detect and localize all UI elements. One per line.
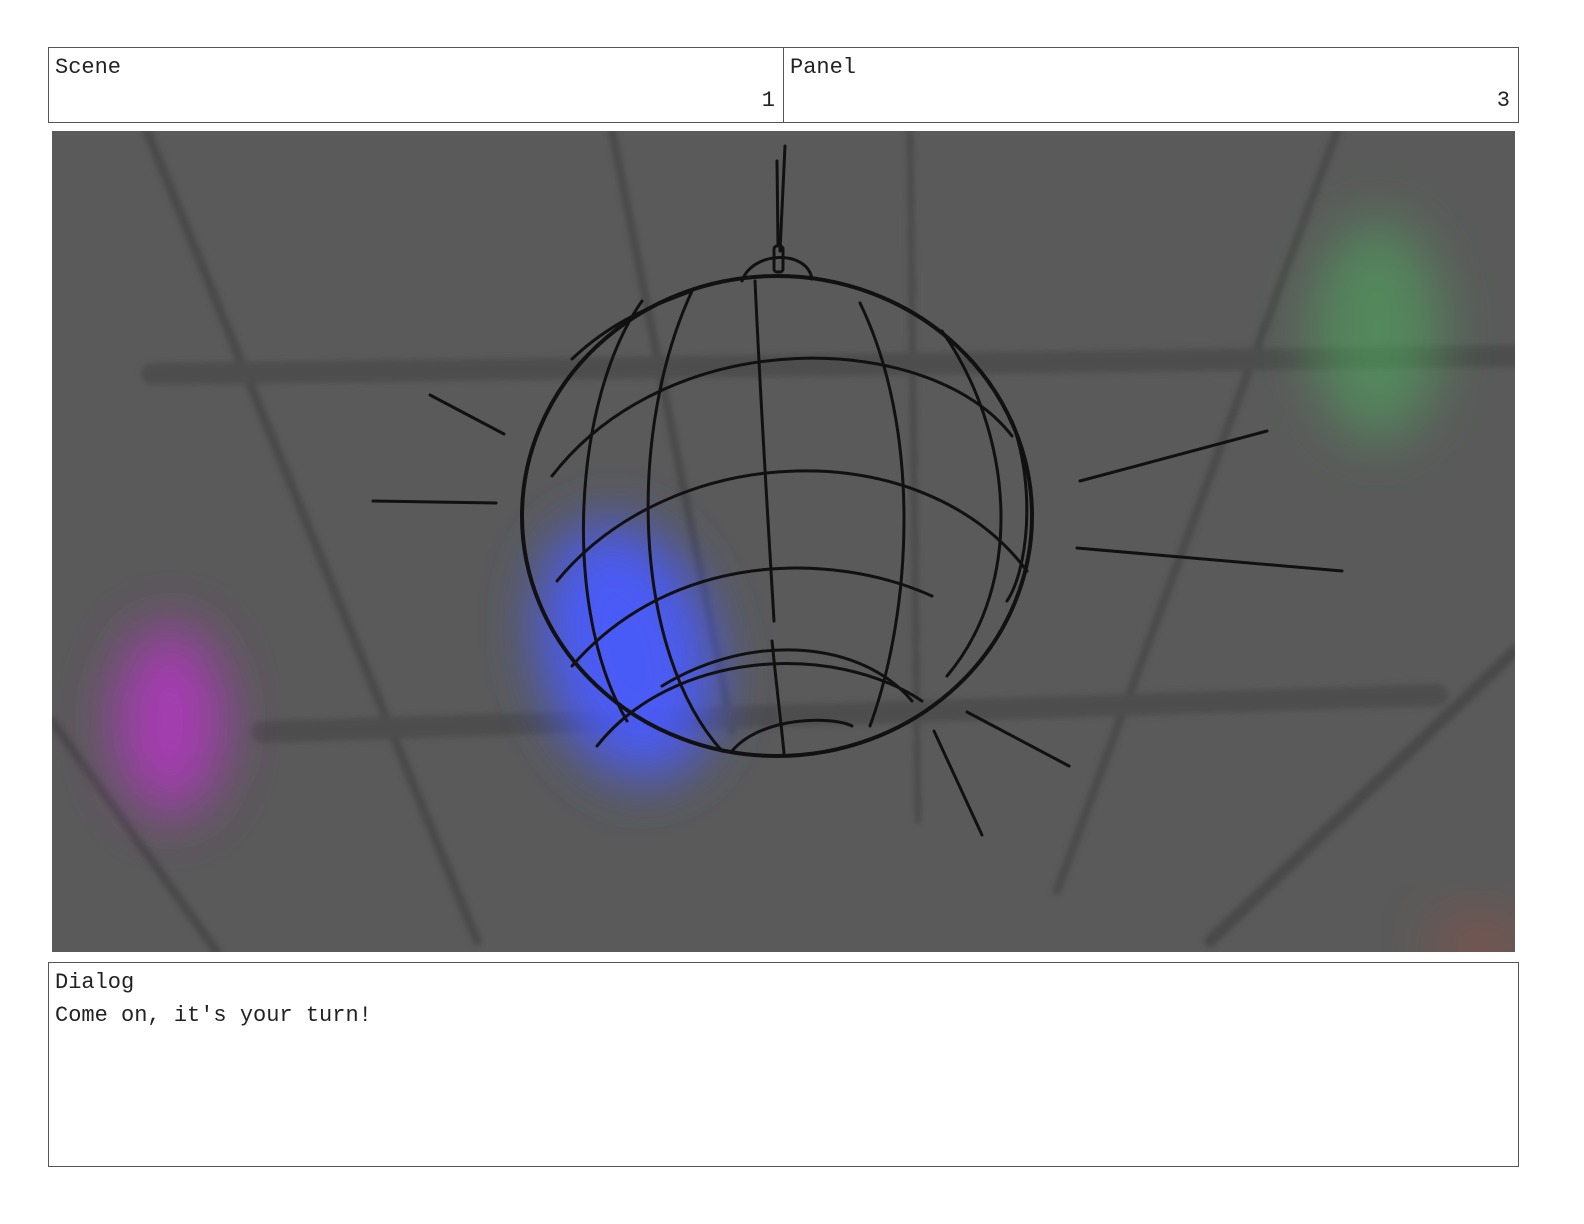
dialog-text: Come on, it's your turn! bbox=[55, 1003, 372, 1028]
dialog-label: Dialog bbox=[55, 970, 135, 995]
storyboard-panel-image bbox=[52, 131, 1515, 952]
panel-cell: Panel 3 bbox=[783, 48, 1518, 122]
scene-number: 1 bbox=[761, 88, 775, 113]
panel-header: Scene 1 Panel 3 bbox=[48, 47, 1519, 123]
panel-number: 3 bbox=[1496, 88, 1510, 113]
scene-cell: Scene 1 bbox=[49, 48, 783, 122]
panel-label: Panel bbox=[790, 55, 857, 80]
disco-ball-sketch bbox=[52, 131, 1515, 952]
scene-label: Scene bbox=[55, 55, 122, 80]
dialog-box: Dialog Come on, it's your turn! bbox=[48, 962, 1519, 1167]
